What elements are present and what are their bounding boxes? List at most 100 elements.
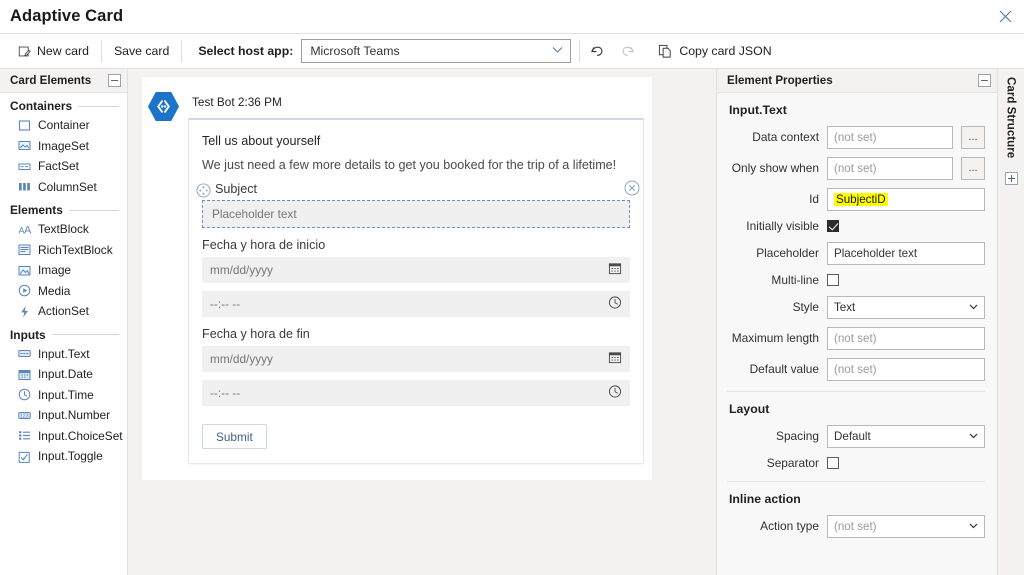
date-input[interactable]: mm/dd/yyyy	[202, 346, 630, 372]
host-app-label: Select host app:	[198, 44, 294, 58]
property-input-default-value[interactable]: (not set)	[827, 357, 985, 381]
property-label: Multi-line	[771, 272, 819, 287]
property-input-only-show-when[interactable]: (not set)	[827, 157, 953, 180]
layout-divider	[727, 390, 985, 392]
element-item-input-number[interactable]: 123 Input.Number	[0, 405, 127, 426]
new-card-label: New card	[37, 44, 89, 58]
property-row-default-value: Default value (not set)	[727, 357, 985, 381]
property-select-style[interactable]: Text	[827, 295, 985, 319]
input-value: mm/dd/yyyy	[210, 352, 273, 366]
element-item-label: TextBlock	[38, 222, 89, 237]
host-app-select[interactable]: Microsoft Teams	[301, 39, 572, 63]
redo-button[interactable]	[612, 38, 642, 64]
property-input-placeholder[interactable]: Placeholder text	[827, 241, 985, 265]
property-select-action-type[interactable]: (not set)	[827, 514, 985, 538]
collapse-panel-icon[interactable]	[108, 74, 121, 87]
subject-input[interactable]: Placeholder text	[202, 200, 630, 228]
element-item-label: Container	[38, 118, 90, 133]
property-input-data-context[interactable]: (not set)	[827, 126, 953, 149]
property-row-action-type: Action type (not set)	[727, 514, 985, 538]
element-item-label: Media	[38, 283, 71, 298]
date-input[interactable]: mm/dd/yyyy	[202, 257, 630, 283]
chevron-down-icon	[969, 431, 978, 441]
group-divider	[78, 105, 119, 107]
selected-element-label-wrap: Subject	[196, 180, 640, 198]
property-checkbox-initially-visible[interactable]	[827, 220, 839, 233]
element-item-actionset[interactable]: ActionSet	[0, 301, 127, 322]
property-row-only-show-when: Only show when (not set)...	[727, 157, 985, 180]
property-label: Id	[809, 192, 819, 207]
element-item-label: ActionSet	[38, 304, 89, 319]
property-checkbox-multi-line[interactable]	[827, 274, 839, 287]
element-item-textblock[interactable]: A A TextBlock	[0, 219, 127, 240]
collapse-properties-icon[interactable]	[978, 74, 991, 87]
time-input[interactable]: --:-- --	[202, 291, 630, 317]
property-row-style: Style Text	[727, 295, 985, 319]
property-value: SubjectiD	[834, 193, 888, 206]
property-checkbox-separator[interactable]	[827, 457, 839, 470]
bot-meta: Test Bot 2:36 PM	[192, 95, 282, 109]
input-toggle-icon	[18, 450, 31, 463]
card-structure-label[interactable]: Card Structure	[1005, 77, 1018, 158]
textblock-icon: AA	[18, 223, 32, 236]
drag-handle-icon[interactable]	[196, 183, 211, 198]
main-area: Card Elements Containers Container ImageSe…	[0, 69, 1024, 575]
media-icon	[18, 284, 31, 297]
property-select-spacing[interactable]: Default	[827, 424, 985, 448]
input-time-icon	[18, 388, 31, 401]
property-input-id[interactable]: SubjectiD	[827, 188, 985, 211]
property-label: Placeholder	[756, 245, 819, 260]
card-canvas: Test Bot 2:36 PM Tell us about yourself …	[128, 69, 716, 575]
actionset-icon	[18, 305, 31, 318]
element-item-imageset[interactable]: ImageSet	[0, 136, 127, 157]
expand-icon[interactable]	[1004, 172, 1018, 186]
property-value: (not set)	[834, 519, 877, 533]
chevron-down-icon	[552, 46, 563, 57]
element-group-label: Inputs	[10, 327, 46, 342]
element-item-input-toggle[interactable]: Input.Toggle	[0, 446, 127, 467]
save-card-button[interactable]: Save card	[104, 38, 179, 64]
remove-circle-icon[interactable]	[624, 180, 640, 196]
element-item-label: RichTextBlock	[38, 242, 113, 257]
element-item-label: FactSet	[38, 159, 79, 174]
property-browse-button-only-show-when[interactable]: ...	[961, 157, 985, 180]
input-value: mm/dd/yyyy	[210, 263, 273, 277]
card-elements-header: Card Elements	[0, 69, 127, 93]
time-input[interactable]: --:-- --	[202, 380, 630, 406]
element-item-media[interactable]: Media	[0, 281, 127, 302]
clock-icon[interactable]	[608, 296, 622, 313]
element-item-columnset[interactable]: ColumnSet	[0, 177, 127, 198]
property-row-separator: Separator	[727, 456, 985, 471]
chevron-down-icon	[969, 302, 978, 312]
card-description: We just need a few more details to get y…	[202, 158, 617, 172]
new-card-button[interactable]: New card	[8, 38, 99, 64]
copy-card-json-button[interactable]: Copy card JSON	[648, 38, 781, 64]
property-input-maximum-length[interactable]: (not set)	[827, 326, 985, 350]
selected-input-text-element[interactable]: Subject Placeholder text	[196, 180, 640, 228]
submit-button[interactable]: Submit	[202, 424, 267, 449]
element-item-label: Image	[38, 263, 72, 278]
element-item-label: Input.Date	[38, 367, 93, 382]
undo-button[interactable]	[582, 38, 612, 64]
element-item-input-time[interactable]: Input.Time	[0, 385, 127, 406]
element-item-input-date[interactable]: Input.Date	[0, 364, 127, 385]
inline-action-section-title: Inline action	[729, 491, 801, 506]
element-item-input-choiceset[interactable]: Input.ChoiceSet	[0, 426, 127, 447]
layout-section-title: Layout	[729, 401, 770, 416]
calendar-icon[interactable]	[608, 262, 622, 279]
bot-avatar-icon	[146, 89, 180, 123]
copy-icon	[658, 44, 673, 59]
property-browse-button-data-context[interactable]: ...	[961, 126, 985, 149]
element-item-container[interactable]: Container	[0, 115, 127, 136]
element-item-input-text[interactable]: Input.Text	[0, 344, 127, 365]
element-item-image[interactable]: Image	[0, 260, 127, 281]
svg-text:A: A	[24, 224, 31, 236]
window-close-button[interactable]	[990, 2, 1020, 30]
element-item-richtextblock[interactable]: RichTextBlock	[0, 240, 127, 261]
clock-icon[interactable]	[608, 385, 622, 402]
element-group-header: Elements	[0, 197, 127, 219]
calendar-icon[interactable]	[608, 351, 622, 368]
image-icon	[18, 264, 31, 277]
element-item-factset[interactable]: FactSet	[0, 156, 127, 177]
element-properties-body: Input.Text Data context (not set)... Only …	[717, 93, 997, 546]
